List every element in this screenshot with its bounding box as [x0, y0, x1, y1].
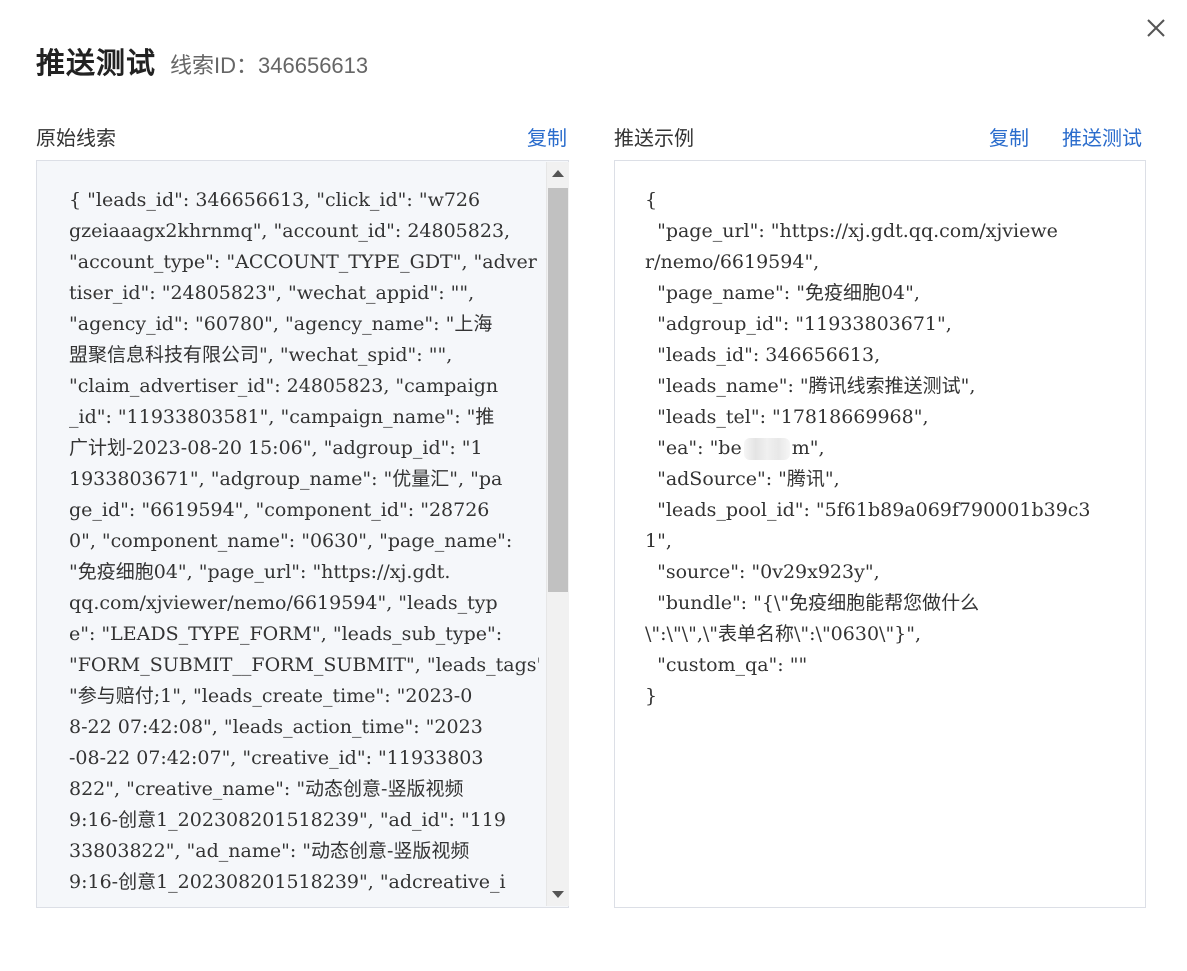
code-line: tiser_id": "24805823", "wechat_appid": "… [69, 282, 475, 304]
code-line: \":\"\",\"表单名称\":\"0630\"}", [645, 623, 922, 645]
redacted-mask [743, 438, 790, 460]
original-lead-content: { "leads_id": 346656613, "click_id": "w7… [69, 185, 539, 901]
push-example-box: { "page_url": "https://xj.gdt.qq.com/xjv… [614, 160, 1146, 908]
code-line: { [645, 189, 658, 211]
code-line: "参与赔付;1", "leads_create_time": "2023-0 [69, 685, 473, 707]
dialog-title: 推送测试 [36, 48, 157, 80]
code-line: r/nemo/6619594", [645, 251, 820, 273]
code-line: 9:16-创意1_202308201518239", "adcreative_i [69, 871, 506, 893]
scrollbar-thumb[interactable] [548, 188, 568, 592]
close-icon [1147, 19, 1165, 37]
code-line: 0", "component_name": "0630", "page_name… [69, 530, 513, 552]
code-line: 1933803671", "adgroup_name": "优量汇", "pa [69, 468, 503, 490]
original-lead-textarea[interactable]: { "leads_id": 346656613, "click_id": "w7… [36, 160, 569, 908]
code-line: "leads_id": 346656613, [645, 344, 881, 366]
code-line: "claim_advertiser_id": 24805823, "campai… [69, 375, 499, 397]
code-line: "adgroup_id": "11933803671", [645, 313, 952, 335]
scroll-down-icon[interactable] [552, 891, 564, 898]
push-example-content: { "page_url": "https://xj.gdt.qq.com/xjv… [645, 185, 1135, 712]
code-line: "account_type": "ACCOUNT_TYPE_GDT", "adv… [69, 251, 537, 273]
code-line: 822", "creative_name": "动态创意-竖版视频 [69, 778, 464, 800]
code-line: "bundle": "{\"免疫细胞能帮您做什么 [645, 592, 980, 614]
code-line: "page_name": "免疫细胞04", [645, 282, 920, 304]
code-line: { "leads_id": 346656613, "click_id": "w7… [69, 189, 481, 211]
scroll-up-icon[interactable] [552, 170, 564, 177]
code-line: "source": "0v29x923y", [645, 561, 880, 583]
code-line: gzeiaaagx2khrnmq", "account_id": 2480582… [69, 220, 511, 242]
code-line: } [645, 685, 658, 707]
code-line: 广计划-2023-08-20 15:06", "adgroup_id": "1 [69, 437, 483, 459]
copy-example-button[interactable]: 复制 [989, 122, 1029, 151]
code-line: e": "LEADS_TYPE_FORM", "leads_sub_type": [69, 623, 503, 645]
code-line: ge_id": "6619594", "component_id": "2872… [69, 499, 490, 521]
code-line: "免疫细胞04", "page_url": "https://xj.gdt. [69, 561, 451, 583]
code-line: 8-22 07:42:08", "leads_action_time": "20… [69, 716, 483, 738]
push-test-button[interactable]: 推送测试 [1062, 122, 1142, 151]
lead-id-label: 线索ID：346656613 [170, 53, 369, 78]
push-example-label: 推送示例 [614, 128, 694, 150]
code-line: "custom_qa": "" [645, 654, 808, 676]
code-line: "adSource": "腾讯", [645, 468, 840, 490]
code-line: 33803822", "ad_name": "动态创意-竖版视频 [69, 840, 470, 862]
code-line: "leads_pool_id": "5f61b89a069f790001b39c… [645, 499, 1091, 521]
code-line: "FORM_SUBMIT__FORM_SUBMIT", "leads_tags"… [69, 654, 539, 676]
code-line: _id": "11933803581", "campaign_name": "推 [69, 406, 495, 428]
dialog-header: 推送测试 线索ID：346656613 [36, 40, 368, 82]
code-line: "agency_id": "60780", "agency_name": "上海 [69, 313, 493, 335]
code-line: 9:16-创意1_202308201518239", "ad_id": "119 [69, 809, 506, 831]
code-line: 1", [645, 530, 672, 552]
code-line: 盟聚信息科技有限公司", "wechat_spid": "", [69, 344, 453, 366]
close-button[interactable] [1144, 16, 1168, 40]
vertical-scrollbar[interactable] [546, 162, 569, 906]
copy-original-button[interactable]: 复制 [527, 122, 567, 151]
code-line: qq.com/xjviewer/nemo/6619594", "leads_ty… [69, 592, 498, 614]
code-line-ea: "ea": "be m", [645, 437, 825, 460]
code-line: "leads_name": "腾讯线索推送测试", [645, 375, 976, 397]
original-lead-label: 原始线索 [36, 128, 116, 150]
code-line: "page_url": "https://xj.gdt.qq.com/xjvie… [645, 220, 1058, 242]
code-line: "leads_tel": "17818669968", [645, 406, 929, 428]
code-line: -08-22 07:42:07", "creative_id": "119338… [69, 747, 484, 769]
